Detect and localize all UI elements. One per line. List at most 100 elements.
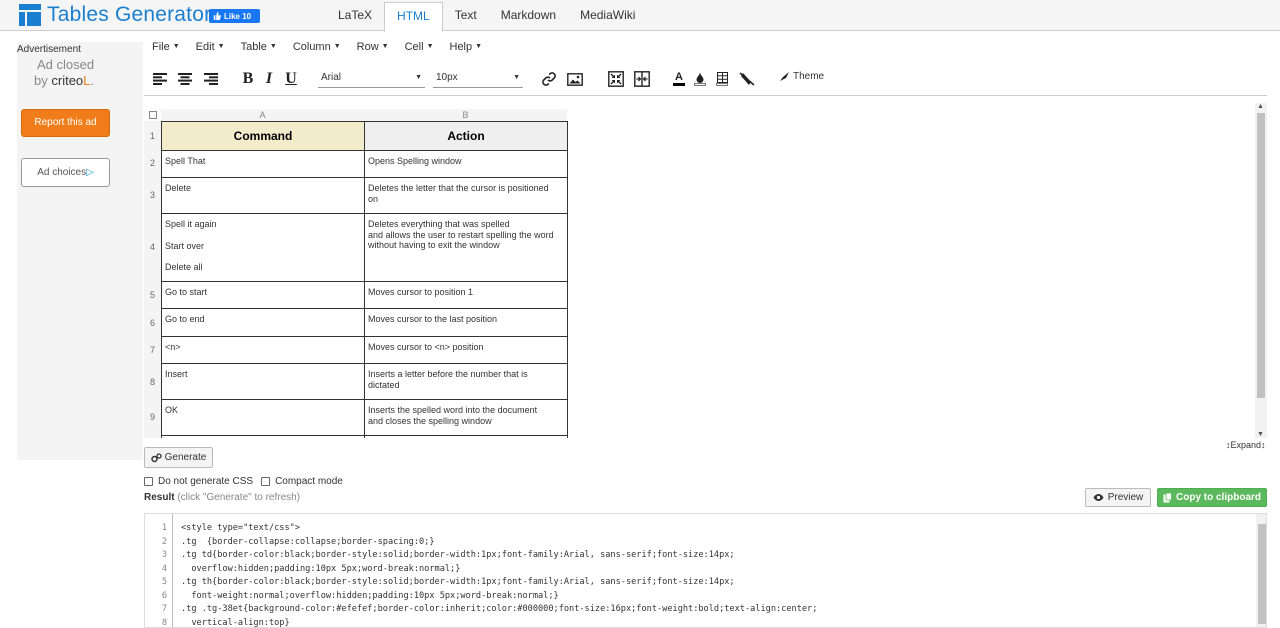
no-css-option[interactable]: Do not generate CSS [144, 476, 253, 487]
table-cell[interactable]: Moves cursor to the last position [364, 308, 568, 337]
table-cell[interactable]: Delete [161, 177, 365, 214]
row-number[interactable]: 4 [144, 242, 161, 252]
bold-icon[interactable]: B [241, 70, 255, 88]
menu-file[interactable]: File ▼ [144, 38, 188, 56]
table-row: Delete Deletes the letter that the curso… [161, 177, 568, 214]
compact-mode-checkbox[interactable] [261, 477, 271, 486]
line-number: 6 [161, 590, 167, 601]
no-css-checkbox[interactable] [144, 477, 153, 486]
align-center-icon[interactable] [177, 70, 193, 88]
scrollbar-thumb[interactable] [1257, 113, 1265, 398]
chevron-down-icon: ▼ [217, 43, 225, 51]
ad-choices-button[interactable]: Ad choices▷ [21, 158, 110, 187]
table-cell[interactable]: <n> [161, 336, 365, 364]
table-cell[interactable]: Spell it again Start over Delete all [161, 213, 365, 282]
table-cell[interactable]: Action [364, 121, 568, 151]
clipboard-icon [1163, 492, 1172, 502]
row-number[interactable]: 1 [144, 131, 161, 141]
theme-button[interactable]: Theme [780, 71, 824, 82]
menu-edit[interactable]: Edit ▼ [188, 38, 233, 56]
scrollbar-thumb[interactable] [1258, 524, 1266, 624]
ad-sidebar: Advertisement Ad closed by criteoL. Repo… [17, 42, 143, 460]
select-all-checkbox[interactable] [149, 111, 157, 119]
theme-icon [780, 72, 789, 81]
ad-title: Advertisement [17, 44, 81, 55]
row-number[interactable]: 2 [144, 158, 161, 168]
line-number: 7 [161, 604, 167, 614]
border-icon[interactable] [715, 70, 729, 88]
text-color-icon[interactable]: A [672, 70, 686, 88]
tab-markdown[interactable]: Markdown [489, 0, 568, 31]
scroll-down-icon[interactable]: ▼ [1257, 431, 1264, 438]
tab-mediawiki[interactable]: MediaWiki [568, 0, 647, 31]
menu-row[interactable]: Row ▼ [349, 38, 397, 56]
fill-color-icon[interactable] [693, 70, 707, 88]
table-cell[interactable]: Opens Spelling window [364, 150, 568, 178]
code-text: overflow:hidden;padding:10px 5px;word-br… [181, 563, 461, 574]
preview-button[interactable]: Preview [1085, 488, 1151, 507]
tab-html[interactable]: HTML [384, 2, 443, 32]
table-cell[interactable]: Go to start [161, 281, 365, 309]
image-icon[interactable] [566, 70, 584, 88]
menu-help[interactable]: Help ▼ [442, 38, 491, 56]
table-cell[interactable] [364, 435, 568, 438]
align-left-icon[interactable] [152, 70, 168, 88]
column-header-a[interactable]: A [161, 109, 364, 121]
copy-to-clipboard-button[interactable]: Copy to clipboard [1157, 488, 1267, 507]
menu-table[interactable]: Table ▼ [233, 38, 285, 56]
table-row: Command Action [161, 121, 568, 151]
tab-text[interactable]: Text [443, 0, 489, 31]
split-cells-icon[interactable] [633, 70, 651, 88]
clear-format-icon[interactable] [739, 70, 755, 88]
table-cell[interactable]: Spell That [161, 150, 365, 178]
row-number[interactable]: 8 [144, 377, 161, 387]
code-text: .tg th{border-color:black;border-style:s… [181, 577, 735, 587]
merge-cells-icon[interactable] [607, 70, 625, 88]
result-hint: (click "Generate" to refresh) [177, 492, 301, 503]
underline-icon[interactable]: U [283, 70, 299, 88]
facebook-like-button[interactable]: Like 10 [209, 9, 260, 23]
ad-by-criteo: by criteoL. [34, 73, 95, 88]
table-cell[interactable]: Inserts a letter before the number that … [364, 363, 568, 400]
table-cell[interactable]: OK [161, 399, 365, 436]
row-number[interactable]: 5 [144, 290, 161, 300]
font-size-select[interactable]: 10px ▼ [433, 70, 523, 88]
table-cell[interactable]: Command [161, 121, 365, 151]
ad-closed-text: Ad closed [37, 57, 95, 72]
logo[interactable]: Tables Generator [19, 3, 211, 27]
table-cell[interactable]: Moves cursor to <n> position [364, 336, 568, 364]
row-number[interactable]: 3 [144, 190, 161, 200]
row-number[interactable]: 6 [144, 318, 161, 328]
compact-mode-option[interactable]: Compact mode [261, 476, 343, 487]
table-cell[interactable] [161, 435, 365, 438]
copy-label: Copy to clipboard [1176, 492, 1261, 503]
expand-handle[interactable]: ↕Expand↕ [1226, 440, 1266, 450]
report-ad-button[interactable]: Report this ad [21, 109, 110, 137]
table-cell[interactable]: Moves cursor to position 1 [364, 281, 568, 309]
code-text: vertical-align:top} [181, 617, 290, 628]
menu-cell[interactable]: Cell ▼ [397, 38, 442, 56]
italic-icon[interactable]: I [262, 70, 276, 88]
table-cell[interactable]: Inserts the spelled word into the docume… [364, 399, 568, 436]
menu-column[interactable]: Column ▼ [285, 38, 349, 56]
code-text: <style type="text/css"> [181, 523, 300, 533]
scroll-up-icon[interactable]: ▲ [1257, 103, 1264, 110]
code-scrollbar[interactable] [1256, 514, 1266, 627]
code-output[interactable]: 1 <style type="text/css"> 2 .tg {border-co… [144, 513, 1267, 628]
font-family-select[interactable]: Arial ▼ [318, 70, 425, 88]
tab-latex[interactable]: LaTeX [326, 0, 384, 31]
table-cell[interactable]: Insert [161, 363, 365, 400]
row-number[interactable]: 9 [144, 412, 161, 422]
criteo-logo: criteo [51, 73, 84, 88]
table-cell[interactable]: Deletes the letter that the cursor is po… [364, 177, 568, 214]
table-scrollbar[interactable]: ▲ ▼ [1255, 103, 1267, 438]
generate-button[interactable]: Generate [144, 447, 213, 468]
table-cell[interactable]: Deletes everything that was spelled and … [364, 213, 568, 282]
column-header-b[interactable]: B [364, 109, 567, 121]
table-cell[interactable]: Go to end [161, 308, 365, 337]
align-right-icon[interactable] [203, 70, 219, 88]
link-icon[interactable] [541, 70, 557, 88]
row-number[interactable]: 7 [144, 345, 161, 355]
table-row: Spell That Opens Spelling window [161, 150, 568, 178]
code-text: .tg {border-collapse:collapse;border-spa… [181, 536, 435, 547]
